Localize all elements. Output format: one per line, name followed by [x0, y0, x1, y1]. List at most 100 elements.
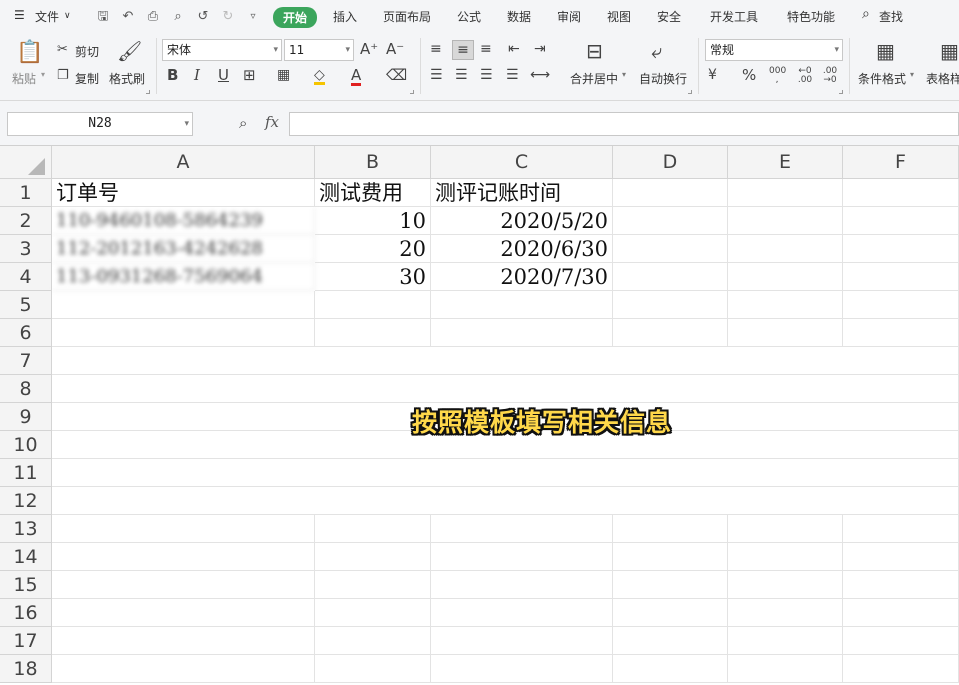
cell-c14[interactable] [431, 543, 613, 571]
cell-d6[interactable] [613, 319, 728, 347]
row-header-15[interactable]: 15 [0, 571, 52, 599]
align-right-icon[interactable]: ☰ [480, 68, 493, 82]
font-size-select[interactable]: 11 ▾ [284, 39, 354, 61]
format-painter-button[interactable]: 格式刷 [109, 70, 145, 87]
name-box[interactable]: N28 ▾ [7, 112, 193, 136]
cell-d12[interactable] [613, 487, 728, 515]
cell-e7[interactable] [728, 347, 843, 375]
row-header-17[interactable]: 17 [0, 627, 52, 655]
merge-center-button[interactable]: 合并居中 [570, 70, 618, 87]
tab-features[interactable]: 特色功能 [787, 8, 835, 25]
cell-d3[interactable] [613, 235, 728, 263]
column-header-f[interactable]: F [843, 146, 959, 179]
redo-icon[interactable]: ↻ [220, 9, 236, 25]
cell-f3[interactable] [843, 235, 959, 263]
number-format-select[interactable]: 常规 ▾ [705, 39, 843, 61]
cell-d5[interactable] [613, 291, 728, 319]
merge-dropdown-icon[interactable]: ▾ [622, 70, 626, 79]
cell-e6[interactable] [728, 319, 843, 347]
cell-d16[interactable] [613, 599, 728, 627]
cell-a16[interactable] [52, 599, 315, 627]
cell-e1[interactable] [728, 179, 843, 207]
border-icon[interactable]: ⊞ [243, 68, 256, 83]
column-header-e[interactable]: E [728, 146, 843, 179]
cell-a18[interactable] [52, 655, 315, 683]
cell-f6[interactable] [843, 319, 959, 347]
cell-d7[interactable] [613, 347, 728, 375]
wrap-text-button[interactable]: 自动换行 [639, 70, 687, 87]
cell-e11[interactable] [728, 459, 843, 487]
cell-f2[interactable] [843, 207, 959, 235]
font-color-icon[interactable]: A [351, 68, 362, 86]
cell-d8[interactable] [613, 375, 728, 403]
font-decrease-icon[interactable]: A⁻ [386, 42, 404, 57]
cell-d11[interactable] [613, 459, 728, 487]
tab-page-layout[interactable]: 页面布局 [383, 8, 431, 25]
justify-icon[interactable]: ☰ [506, 68, 519, 82]
tab-developer[interactable]: 开发工具 [710, 8, 758, 25]
dialog-launcher-icon[interactable] [839, 90, 843, 94]
cell-b2[interactable]: 10 [315, 207, 431, 235]
fill-pattern-icon[interactable]: ▦ [277, 68, 290, 82]
italic-icon[interactable]: I [194, 68, 200, 83]
row-header-13[interactable]: 13 [0, 515, 52, 543]
fx-icon[interactable]: fx [265, 115, 279, 130]
cell-f18[interactable] [843, 655, 959, 683]
cut-button[interactable]: 剪切 [75, 43, 99, 60]
cell-b7[interactable] [315, 347, 431, 375]
cell-c16[interactable] [431, 599, 613, 627]
quick-access-more-icon[interactable]: ▿ [245, 9, 261, 25]
cell-b6[interactable] [315, 319, 431, 347]
formula-input[interactable] [289, 112, 959, 136]
wrap-text-icon[interactable]: ⤶ [651, 41, 662, 61]
cell-d4[interactable] [613, 263, 728, 291]
conditional-format-button[interactable]: 条件格式 [858, 70, 906, 87]
increase-decimal-icon[interactable]: ←0.00 [797, 67, 813, 85]
row-header-1[interactable]: 1 [0, 179, 52, 207]
cell-f9[interactable] [843, 403, 959, 431]
cell-e9[interactable] [728, 403, 843, 431]
align-center-icon[interactable]: ☰ [455, 68, 468, 82]
cell-a14[interactable] [52, 543, 315, 571]
select-all-corner[interactable] [0, 146, 52, 179]
chevron-down-icon[interactable]: ∨ [64, 11, 71, 21]
row-header-3[interactable]: 3 [0, 235, 52, 263]
column-header-c[interactable]: C [431, 146, 613, 179]
cell-b11[interactable] [315, 459, 431, 487]
cell-f17[interactable] [843, 627, 959, 655]
cell-e8[interactable] [728, 375, 843, 403]
cell-c5[interactable] [431, 291, 613, 319]
cut-icon[interactable]: ✂ [57, 43, 68, 56]
paste-button[interactable]: 粘贴 [12, 70, 36, 87]
format-painter-icon[interactable]: 🖌 [117, 41, 142, 61]
cell-c12[interactable] [431, 487, 613, 515]
dialog-launcher-icon[interactable] [688, 90, 692, 94]
cell-b5[interactable] [315, 291, 431, 319]
cell-b3[interactable]: 20 [315, 235, 431, 263]
cell-a2[interactable]: 110-9460108-5864239 [52, 207, 315, 235]
font-increase-icon[interactable]: A⁺ [360, 42, 378, 57]
cell-b8[interactable] [315, 375, 431, 403]
indent-increase-icon[interactable]: ⇥ [534, 42, 546, 56]
align-middle-icon[interactable]: ≡ [452, 40, 474, 60]
cell-a13[interactable] [52, 515, 315, 543]
copy-icon[interactable]: ❐ [57, 69, 69, 82]
cell-c8[interactable] [431, 375, 613, 403]
print-icon[interactable]: ⎙ [145, 9, 161, 25]
cell-d18[interactable] [613, 655, 728, 683]
cell-d17[interactable] [613, 627, 728, 655]
cell-e14[interactable] [728, 543, 843, 571]
cell-b13[interactable] [315, 515, 431, 543]
cell-a9[interactable] [52, 403, 315, 431]
cell-a12[interactable] [52, 487, 315, 515]
search-icon[interactable]: ⌕ [862, 6, 870, 22]
cell-b18[interactable] [315, 655, 431, 683]
indent-decrease-icon[interactable]: ⇤ [508, 42, 520, 56]
tab-home[interactable]: 开始 [273, 7, 318, 28]
dialog-launcher-icon[interactable] [410, 90, 414, 94]
cell-e17[interactable] [728, 627, 843, 655]
row-header-12[interactable]: 12 [0, 487, 52, 515]
cell-a15[interactable] [52, 571, 315, 599]
cell-c3[interactable]: 2020/6/30 [431, 235, 613, 263]
cell-a5[interactable] [52, 291, 315, 319]
